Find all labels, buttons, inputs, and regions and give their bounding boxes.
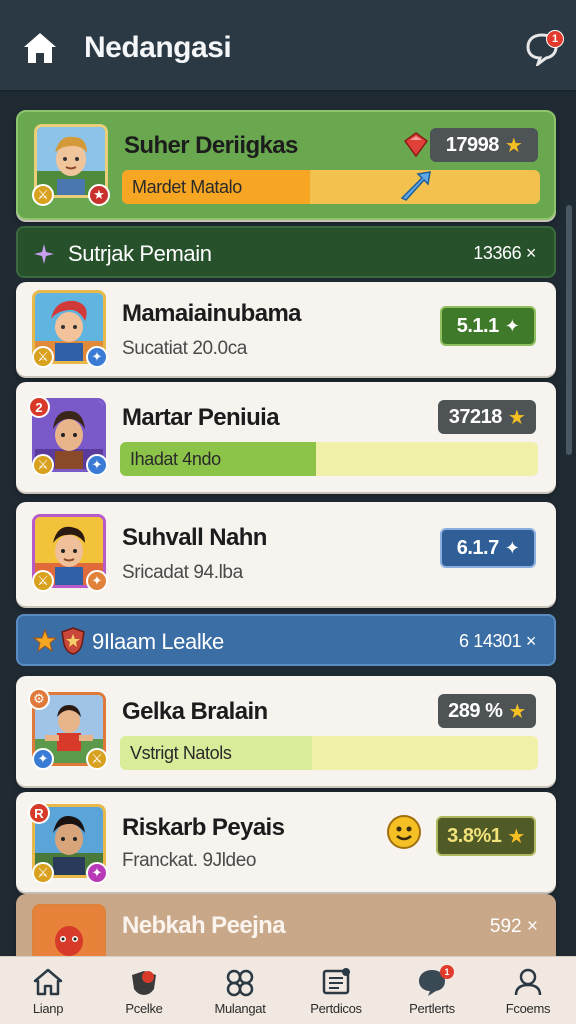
player-name: Gelka Bralain [122, 698, 268, 725]
player-subtitle: Sricadat 94.lba [122, 562, 243, 583]
section-title: 9Ilaam Lealke [92, 629, 224, 654]
section-title: Sutrjak Pemain [68, 241, 212, 266]
nav-item-quests[interactable]: Pertdicos [288, 957, 384, 1024]
level-badge: ⚔ [32, 346, 54, 368]
progress-bar: Mardet Matalo [122, 170, 540, 204]
player-name: Riskarb Peyais [122, 814, 285, 841]
player-name: Suhvall Nahn [122, 524, 267, 551]
rank-badge: ★ [88, 184, 110, 206]
scrollbar[interactable] [566, 205, 572, 455]
player-card[interactable]: Nebkah Peejna 592 × [16, 894, 556, 958]
level-badge: ⚔ [32, 862, 54, 884]
nav-item-profile[interactable]: Fcoems [480, 957, 576, 1024]
chat-notification-badge: 1 [546, 30, 564, 48]
nav-label: Pcelke [125, 1001, 163, 1016]
score-value: 6.1.7 [456, 536, 499, 559]
player-card[interactable]: R ⚔ ✦ Riskarb Peyais Franckat. 9Jldeo 3.… [16, 792, 556, 892]
class-badge: ✦ [86, 346, 108, 368]
level-badge: ⚔ [86, 748, 108, 770]
player-name: Mamaiainubama [122, 300, 302, 327]
progress-label: Vstrigt Natols [130, 743, 232, 763]
app-header: Nedangasi 1 [0, 0, 576, 92]
avatar [32, 904, 106, 958]
player-card[interactable]: ⚔ ✦ Suhvall Nahn Sricadat 94.lba 6.1.7 ✦ [16, 502, 556, 606]
player-name: Martar Peniuia [122, 404, 280, 431]
progress-bar: Vstrigt Natols [120, 736, 538, 770]
score-badge: 289 % ★ [438, 694, 536, 728]
nav-label: Pertlerts [409, 1001, 455, 1016]
home-icon [24, 33, 56, 63]
nav-label: Mulangat [214, 1001, 266, 1016]
home-button[interactable] [20, 30, 60, 66]
class-badge: ✦ [86, 862, 108, 884]
rank-number-badge: 2 [28, 396, 50, 418]
section-count: 13366 × [473, 243, 536, 263]
profile-icon [514, 968, 542, 996]
player-card[interactable]: ⚔ ✦ Mamaiainubama Sucatiat 20.0ca 5.1.1 … [16, 282, 556, 376]
nav-item-guild[interactable]: Pcelke [96, 957, 192, 1024]
player-subtitle: Sucatiat 20.0ca [122, 338, 247, 359]
player-name: Nebkah Peejna [122, 912, 286, 939]
section-header-players: Sutrjak Pemain 13366 × [16, 226, 556, 278]
progress-label: Mardet Matalo [132, 177, 242, 197]
shield-icon [61, 627, 85, 655]
level-badge: ⚔ [32, 454, 54, 476]
class-badge: ✦ [32, 748, 54, 770]
score-badge: 5.1.1 ✦ [440, 306, 536, 346]
level-badge: ⚔ [32, 184, 54, 206]
score-badge: 6.1.7 ✦ [440, 528, 536, 568]
nav-item-games[interactable]: Mulangat [192, 957, 288, 1024]
class-badge: ✦ [86, 454, 108, 476]
home-outline-icon [33, 968, 63, 996]
score-value: 289 % [448, 699, 503, 722]
emoji-face-icon [386, 814, 422, 850]
star-icon: ★ [507, 825, 525, 848]
bottom-navigation: Lianp Pcelke Mulangat Pertdicos 1 Pertle… [0, 956, 576, 1024]
nav-label: Fcoems [505, 1001, 551, 1016]
player-subtitle: Franckat. 9Jldeo [122, 850, 257, 871]
star-icon: ★ [504, 134, 523, 157]
player-card[interactable]: ⚙ ✦ ⚔ Gelka Bralain 289 % ★ Vstrigt Nato… [16, 676, 556, 786]
score-badge: 17998 ★ [430, 128, 538, 162]
gamepad-icon [226, 969, 254, 997]
score-badge: 3.8%1 ★ [436, 816, 536, 856]
guild-icon [132, 971, 156, 995]
nav-notification-badge: 1 [440, 965, 454, 979]
featured-player-card[interactable]: ⚔ ★ Suher Deriigkas 17998 ★ Mardet Matal… [16, 110, 556, 220]
score-value: 37218 [448, 405, 503, 428]
progress-bar: Ihadat 4ndo [120, 442, 538, 476]
section-count: 6 14301 × [459, 631, 536, 651]
class-badge: ✦ [86, 570, 108, 592]
score-value: 17998 [445, 133, 500, 156]
section-header-leaderboard: 9Ilaam Lealke 6 14301 × [16, 614, 556, 666]
score-value: 592 × [489, 916, 538, 937]
score-value: 3.8%1 [447, 824, 502, 847]
player-card[interactable]: 2 ⚔ ✦ Martar Peniuia 37218 ★ Ihadat 4ndo [16, 382, 556, 492]
ruby-gem-icon [402, 130, 430, 158]
score-badge: 37218 ★ [438, 400, 536, 434]
star-icon: ★ [507, 406, 526, 429]
sparkle-icon [34, 244, 54, 264]
page-title: Nedangasi [84, 31, 232, 64]
star-icon [32, 628, 58, 653]
player-name: Suher Deriigkas [124, 132, 298, 159]
plus-icon: ✦ [504, 315, 520, 336]
scroll-icon [322, 968, 350, 995]
plus-icon: ✦ [504, 537, 520, 558]
progress-label: Ihadat 4ndo [130, 449, 221, 469]
nav-item-chat[interactable]: 1 Pertlerts [384, 957, 480, 1024]
rank-letter-badge: R [28, 802, 50, 824]
level-badge: ⚔ [32, 570, 54, 592]
score-value: 5.1.1 [456, 314, 499, 337]
nav-label: Lianp [32, 1001, 64, 1016]
star-icon: ★ [508, 700, 526, 723]
nav-item-home[interactable]: Lianp [0, 957, 96, 1024]
boost-arrow-icon [398, 168, 434, 204]
nav-label: Pertdicos [310, 1001, 362, 1016]
guild-badge: ⚙ [28, 688, 50, 710]
